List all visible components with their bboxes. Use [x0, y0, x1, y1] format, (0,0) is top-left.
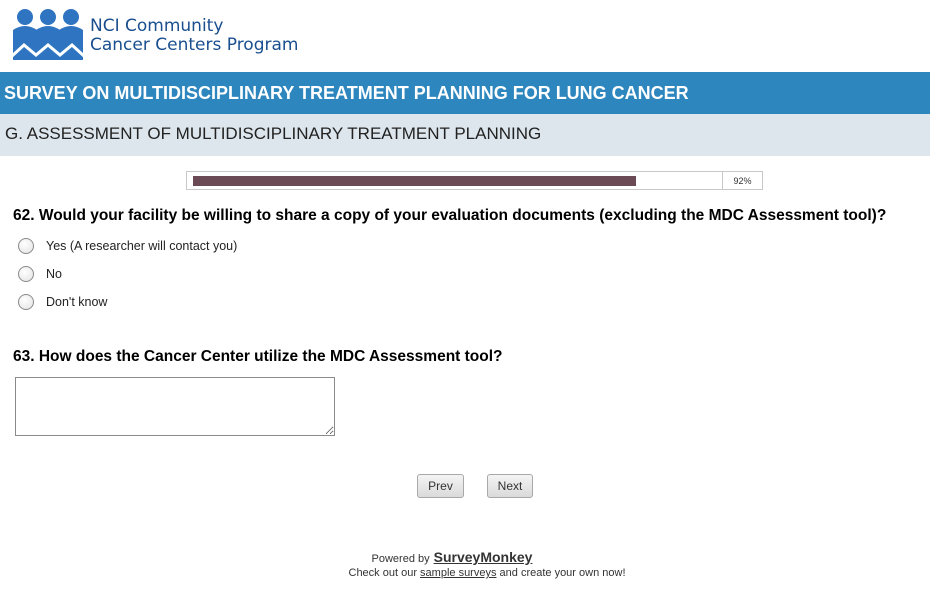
footer: Powered by SurveyMonkey Check out our sa… — [0, 549, 930, 579]
option-yes-label: Yes (A researcher will contact you) — [46, 239, 238, 253]
next-button[interactable]: Next — [487, 474, 533, 498]
section-title: G. ASSESSMENT OF MULTIDISCIPLINARY TREAT… — [0, 114, 930, 156]
radio-no[interactable] — [18, 266, 34, 282]
option-dont-know[interactable]: Don't know — [18, 292, 107, 312]
surveymonkey-link[interactable]: SurveyMonkey — [434, 549, 533, 565]
progress-track — [193, 176, 675, 186]
radio-dont-know[interactable] — [18, 294, 34, 310]
sample-surveys-link[interactable]: sample surveys — [420, 567, 496, 579]
option-yes[interactable]: Yes (A researcher will contact you) — [18, 236, 237, 256]
option-dont-know-label: Don't know — [46, 295, 108, 309]
logo-line-1: NCI Community — [90, 16, 224, 36]
option-no[interactable]: No — [18, 264, 62, 284]
prev-button[interactable]: Prev — [417, 474, 464, 498]
powered-by-text: Powered by — [371, 553, 430, 565]
nci-logo: NCI Community Cancer Centers Program — [12, 8, 312, 64]
question-63-text: 63. How does the Cancer Center utilize t… — [13, 348, 503, 365]
answer-63-textarea[interactable] — [15, 377, 335, 436]
option-no-label: No — [46, 267, 62, 281]
create-text: and create your own now! — [499, 567, 626, 579]
check-out-text: Check out our — [348, 567, 417, 579]
progress-label: 92% — [733, 176, 752, 186]
progress-bar: 92% — [186, 171, 763, 190]
question-62-text: 62. Would your facility be willing to sh… — [13, 207, 887, 224]
people-icon — [12, 9, 84, 60]
logo-line-2: Cancer Centers Program — [90, 35, 299, 55]
survey-title: SURVEY ON MULTIDISCIPLINARY TREATMENT PL… — [0, 72, 930, 114]
progress-fill — [193, 176, 637, 186]
radio-yes[interactable] — [18, 238, 34, 254]
